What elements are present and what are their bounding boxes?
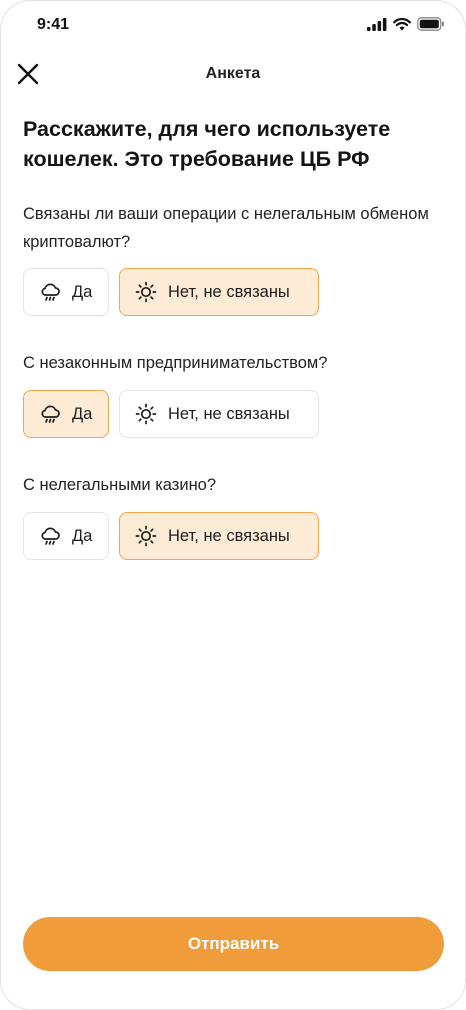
question-2-yes-label: Да (72, 404, 93, 423)
question-2-no-label: Нет, не связаны (168, 404, 290, 423)
question-3-options: Да Нет, не связаны (23, 512, 319, 560)
question-2-yes-button[interactable]: Да (23, 390, 109, 438)
signal-icon (367, 17, 387, 31)
question-2-no-button[interactable]: Нет, не связаны (119, 390, 319, 438)
sun-icon (135, 403, 157, 425)
submit-button[interactable]: Отправить (23, 917, 444, 971)
header-title: Анкета (205, 65, 261, 82)
question-3-no-label: Нет, не связаны (168, 526, 290, 545)
wifi-icon (393, 17, 411, 30)
header: Анкета (1, 53, 465, 97)
status-bar: 9:41 (1, 1, 465, 49)
question-3-yes-label: Да (72, 526, 93, 545)
question-3-yes-button[interactable]: Да (23, 512, 109, 560)
question-1-options: Да Нет, не связаны (23, 268, 319, 316)
rain-cloud-icon (41, 527, 60, 545)
phone-screen: 9:41 Анкета Расскажите, для чего использ… (0, 0, 466, 1010)
status-icons (367, 17, 445, 31)
question-1-yes-label: Да (72, 282, 93, 301)
rain-cloud-icon (41, 405, 60, 423)
status-time: 9:41 (37, 16, 70, 33)
question-1-no-button[interactable]: Нет, не связаны (119, 268, 319, 316)
page-title: Расскажите, для чего используете кошелек… (23, 117, 391, 171)
sun-icon (135, 525, 157, 547)
question-2-text: С незаконным предпринимательством? (23, 354, 328, 372)
battery-icon (417, 17, 444, 31)
rain-cloud-icon (41, 283, 60, 301)
question-3-text: С нелегальными казино? (23, 476, 217, 494)
question-1-yes-button[interactable]: Да (23, 268, 109, 316)
question-1-text: Связаны ли ваши операции с нелегальным о… (23, 205, 429, 251)
question-3-no-button[interactable]: Нет, не связаны (119, 512, 319, 560)
question-1-no-label: Нет, не связаны (168, 282, 290, 301)
sun-icon (135, 281, 157, 303)
question-2-options: Да Нет, не связаны (23, 390, 319, 438)
